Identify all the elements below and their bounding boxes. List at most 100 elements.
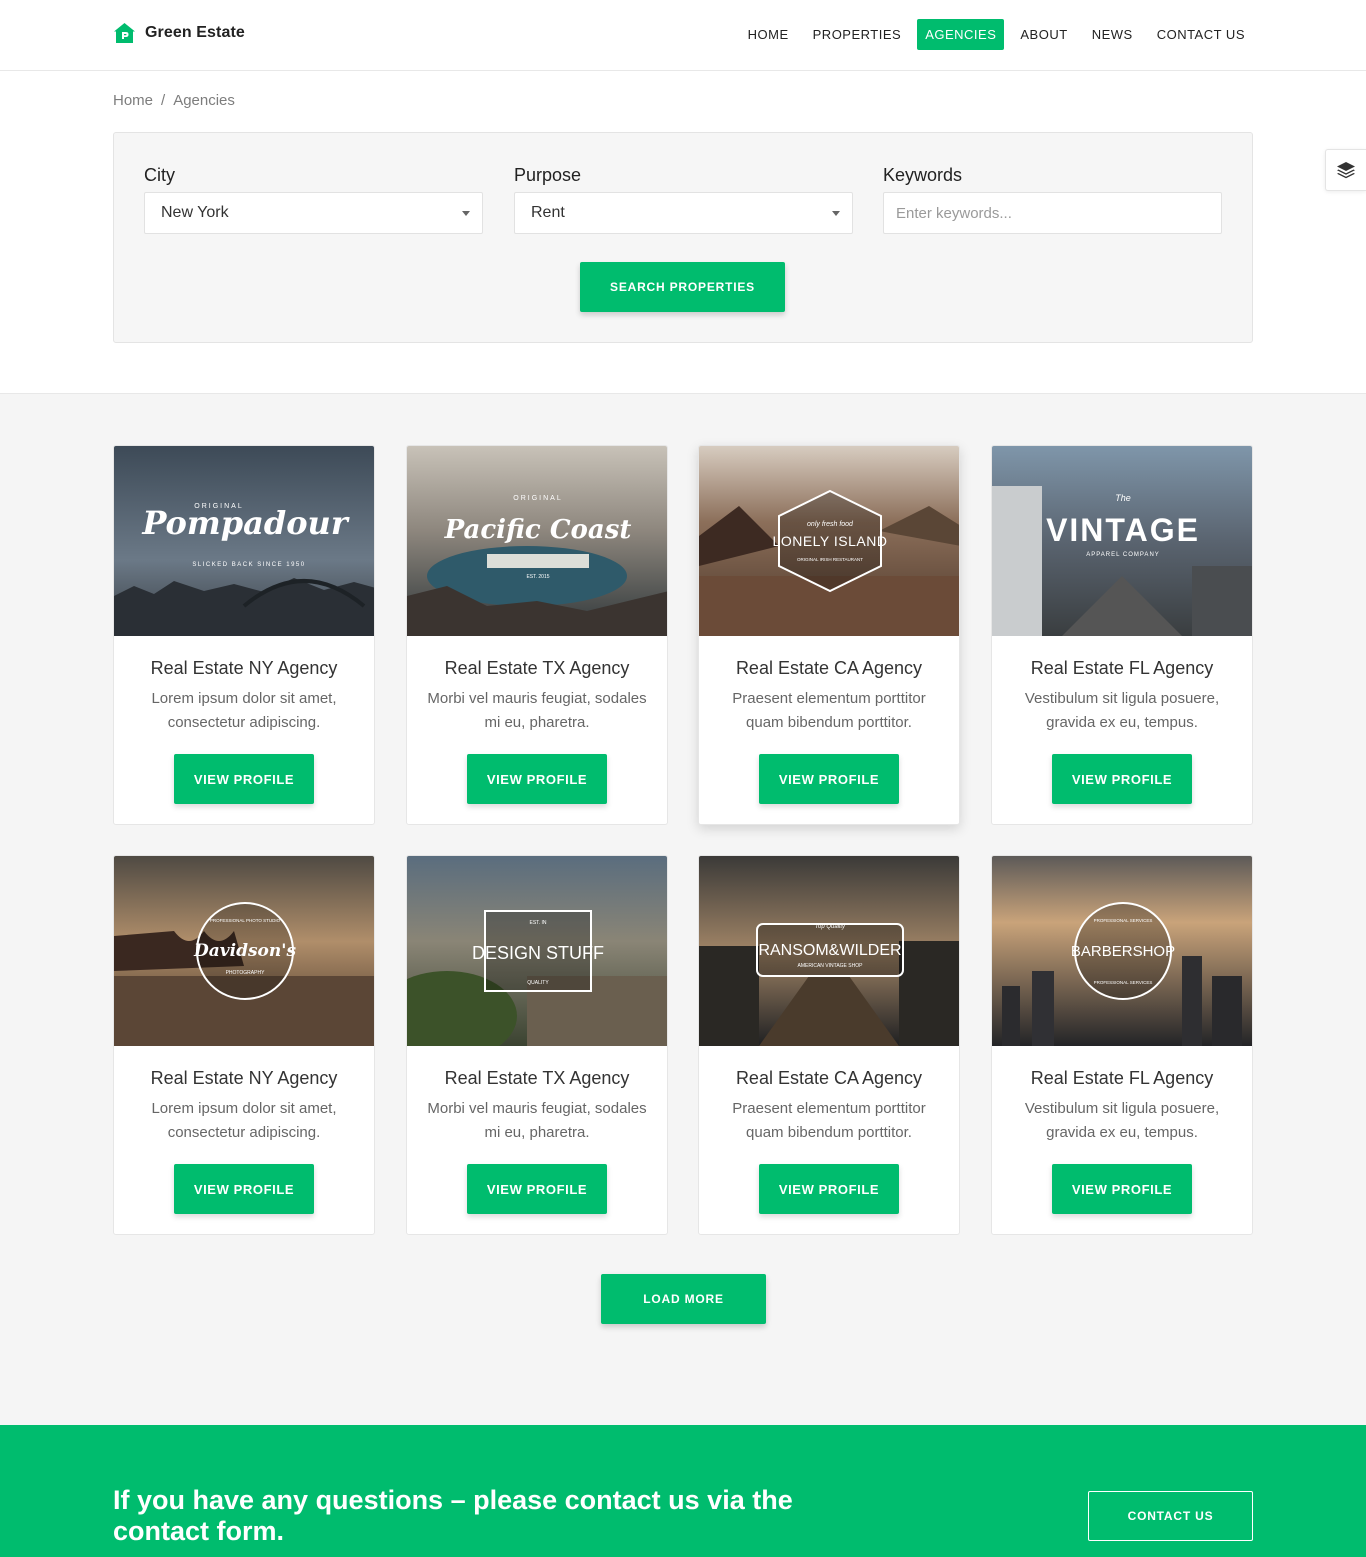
agency-description: Lorem ipsum dolor sit amet, consectetur … bbox=[151, 690, 337, 731]
badge-top-text: ORIGINAL bbox=[194, 503, 243, 510]
badge-top-text: EST. IN bbox=[530, 920, 547, 926]
badge-bottom-text: AMERICAN VINTAGE SHOP bbox=[798, 963, 864, 969]
badge-bottom-text: EST. 2015 bbox=[526, 574, 549, 580]
agency-card: VINTAGE The APPAREL COMPANY Real Estate … bbox=[991, 445, 1253, 825]
badge-text: Davidson's bbox=[193, 941, 296, 961]
search-properties-button[interactable]: SEARCH PROPERTIES bbox=[580, 262, 785, 312]
city-select[interactable]: New York bbox=[144, 192, 483, 234]
badge-top-text: ORIGINAL bbox=[513, 495, 562, 502]
purpose-select-value: Rent bbox=[531, 204, 565, 221]
agency-description: Vestibulum sit ligula posuere, gravida e… bbox=[1024, 1100, 1220, 1141]
agencies-section: Pompadour ORIGINAL SLICKED BACK SINCE 19… bbox=[0, 393, 1366, 1425]
agency-image[interactable]: LONELY ISLAND only fresh food ORIGINAL I… bbox=[699, 446, 959, 636]
badge-bottom-text: QUALITY bbox=[527, 980, 549, 986]
agency-card: Pompadour ORIGINAL SLICKED BACK SINCE 19… bbox=[113, 445, 375, 825]
badge-top-text: The bbox=[1115, 493, 1131, 503]
agency-card: LONELY ISLAND only fresh food ORIGINAL I… bbox=[698, 445, 960, 825]
contact-us-button[interactable]: CONTACT US bbox=[1088, 1491, 1253, 1541]
badge-bottom-text: PROFESSIONAL SERVICES bbox=[1094, 980, 1153, 985]
brand-logo[interactable]: Green Estate bbox=[113, 22, 245, 44]
agency-description: Praesent elementum porttitor quam bibend… bbox=[732, 690, 926, 731]
agency-card: BARBERSHOP PROFESSIONAL SERVICES PROFESS… bbox=[991, 855, 1253, 1235]
brand-name: Green Estate bbox=[145, 24, 245, 41]
nav-about[interactable]: ABOUT bbox=[1012, 19, 1075, 50]
contact-cta-section: If you have any questions – please conta… bbox=[0, 1425, 1366, 1557]
agency-description: Praesent elementum porttitor quam bibend… bbox=[732, 1100, 926, 1141]
agency-title[interactable]: Real Estate CA Agency bbox=[699, 1067, 959, 1089]
view-profile-button[interactable]: VIEW PROFILE bbox=[759, 754, 899, 804]
main-nav: HOME PROPERTIES AGENCIES ABOUT NEWS CONT… bbox=[740, 19, 1253, 50]
badge-bottom-text: SLICKED BACK SINCE 1950 bbox=[192, 562, 305, 568]
badge-text: Pacific Coast bbox=[444, 515, 632, 545]
load-more-button[interactable]: LOAD MORE bbox=[601, 1274, 766, 1324]
nav-home[interactable]: HOME bbox=[740, 19, 797, 50]
agency-image[interactable]: Pacific Coast ORIGINAL EST. 2015 bbox=[407, 446, 667, 636]
badge-text: RANSOM&WILDER bbox=[758, 942, 901, 959]
agency-title[interactable]: Real Estate NY Agency bbox=[114, 657, 374, 679]
nav-properties[interactable]: PROPERTIES bbox=[805, 19, 910, 50]
agency-title[interactable]: Real Estate TX Agency bbox=[407, 657, 667, 679]
keywords-label: Keywords bbox=[883, 165, 963, 185]
badge-bottom-text: APPAREL COMPANY bbox=[1086, 552, 1160, 558]
badge-top-text: PROFESSIONAL PHOTO STUDIO bbox=[210, 918, 281, 923]
view-profile-button[interactable]: VIEW PROFILE bbox=[1052, 1164, 1192, 1214]
breadcrumb-home-link[interactable]: Home bbox=[113, 92, 153, 109]
site-header: Green Estate HOME PROPERTIES AGENCIES AB… bbox=[0, 0, 1366, 71]
badge-bottom-text: ORIGINAL IRISH RESTAURANT bbox=[797, 557, 863, 562]
layers-widget-button[interactable] bbox=[1325, 149, 1366, 191]
agency-description: Lorem ipsum dolor sit amet, consectetur … bbox=[151, 1100, 337, 1141]
agency-image[interactable]: DESIGN STUFF EST. IN QUALITY bbox=[407, 856, 667, 1046]
agency-description: Morbi vel mauris feugiat, sodales mi eu,… bbox=[427, 1100, 647, 1141]
agency-card: DESIGN STUFF EST. IN QUALITY Real Estate… bbox=[406, 855, 668, 1235]
agency-title[interactable]: Real Estate CA Agency bbox=[699, 657, 959, 679]
agency-title[interactable]: Real Estate TX Agency bbox=[407, 1067, 667, 1089]
nav-news[interactable]: NEWS bbox=[1084, 19, 1141, 50]
breadcrumb-separator: / bbox=[161, 92, 166, 109]
purpose-field: Purpose Rent bbox=[514, 165, 853, 234]
badge-text: VINTAGE bbox=[1046, 512, 1200, 548]
chevron-down-icon bbox=[462, 211, 470, 216]
search-panel: City New York Purpose Rent Keywords Ente… bbox=[113, 132, 1253, 343]
agency-title[interactable]: Real Estate NY Agency bbox=[114, 1067, 374, 1089]
cta-text: If you have any questions – please conta… bbox=[113, 1485, 793, 1546]
agency-image[interactable]: RANSOM&WILDER Top Quality AMERICAN VINTA… bbox=[699, 856, 959, 1046]
badge-text: DESIGN STUFF bbox=[472, 943, 604, 963]
keywords-placeholder: Enter keywords... bbox=[896, 204, 1012, 222]
purpose-label: Purpose bbox=[514, 165, 582, 185]
breadcrumb-current: Agencies bbox=[173, 92, 235, 109]
agency-description: Morbi vel mauris feugiat, sodales mi eu,… bbox=[427, 690, 647, 731]
badge-bottom-text: PHOTOGRAPHY bbox=[226, 970, 265, 976]
chevron-down-icon bbox=[832, 211, 840, 216]
layers-icon bbox=[1337, 162, 1355, 179]
view-profile-button[interactable]: VIEW PROFILE bbox=[1052, 754, 1192, 804]
view-profile-button[interactable]: VIEW PROFILE bbox=[467, 1164, 607, 1214]
agency-image[interactable]: Pompadour ORIGINAL SLICKED BACK SINCE 19… bbox=[114, 446, 374, 636]
badge-text: BARBERSHOP bbox=[1071, 943, 1175, 960]
agency-image[interactable]: Davidson's PROFESSIONAL PHOTO STUDIO PHO… bbox=[114, 856, 374, 1046]
nav-agencies[interactable]: AGENCIES bbox=[917, 19, 1005, 50]
agency-image[interactable]: BARBERSHOP PROFESSIONAL SERVICES PROFESS… bbox=[992, 856, 1252, 1046]
badge-top-text: only fresh food bbox=[807, 521, 854, 528]
agency-card: RANSOM&WILDER Top Quality AMERICAN VINTA… bbox=[698, 855, 960, 1235]
nav-contact-us[interactable]: CONTACT US bbox=[1149, 19, 1253, 50]
badge-text: Pompadour bbox=[141, 504, 350, 542]
view-profile-button[interactable]: VIEW PROFILE bbox=[467, 754, 607, 804]
keywords-field: Keywords Enter keywords... bbox=[883, 165, 1222, 234]
view-profile-button[interactable]: VIEW PROFILE bbox=[759, 1164, 899, 1214]
badge-text: LONELY ISLAND bbox=[773, 533, 888, 549]
view-profile-button[interactable]: VIEW PROFILE bbox=[174, 754, 314, 804]
breadcrumb: Home / Agencies bbox=[113, 92, 235, 109]
purpose-select[interactable]: Rent bbox=[514, 192, 853, 234]
agency-image[interactable]: VINTAGE The APPAREL COMPANY bbox=[992, 446, 1252, 636]
badge-top-text: PROFESSIONAL SERVICES bbox=[1094, 918, 1153, 923]
keywords-input[interactable]: Enter keywords... bbox=[883, 192, 1222, 234]
city-select-value: New York bbox=[161, 204, 229, 221]
view-profile-button[interactable]: VIEW PROFILE bbox=[174, 1164, 314, 1214]
badge-top-text: Top Quality bbox=[815, 924, 846, 930]
agency-card: Pacific Coast ORIGINAL EST. 2015 Real Es… bbox=[406, 445, 668, 825]
agency-description: Vestibulum sit ligula posuere, gravida e… bbox=[1024, 690, 1220, 731]
house-logo-icon bbox=[114, 23, 135, 43]
agency-title[interactable]: Real Estate FL Agency bbox=[992, 657, 1252, 679]
agency-card: Davidson's PROFESSIONAL PHOTO STUDIO PHO… bbox=[113, 855, 375, 1235]
agency-title[interactable]: Real Estate FL Agency bbox=[992, 1067, 1252, 1089]
